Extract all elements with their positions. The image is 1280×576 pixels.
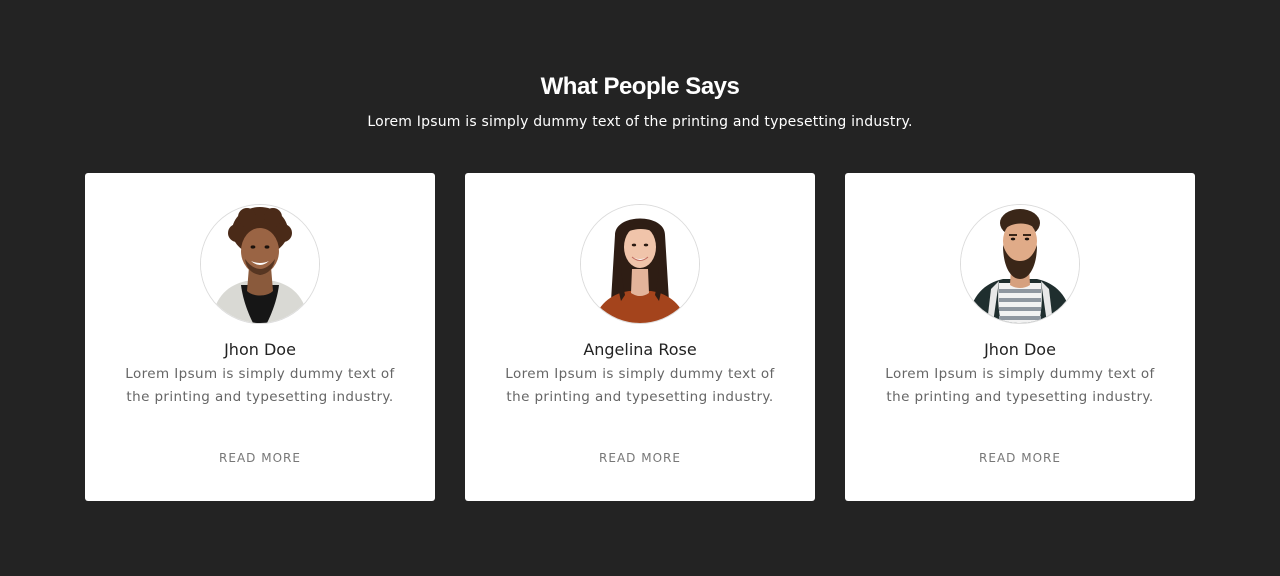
testimonial-text: Lorem Ipsum is simply dummy text of the …	[505, 366, 775, 405]
testimonial-name: Jhon Doe	[224, 340, 296, 359]
read-more-link[interactable]: READ MORE	[845, 450, 1195, 466]
avatar	[960, 204, 1080, 324]
section-title: What People Says	[540, 73, 740, 100]
testimonial-text: Lorem Ipsum is simply dummy text of the …	[885, 366, 1155, 405]
person-long-hair-avatar-icon	[581, 205, 699, 323]
avatar	[200, 204, 320, 324]
testimonial-text: Lorem Ipsum is simply dummy text of the …	[125, 366, 395, 405]
avatar	[580, 204, 700, 324]
person-curly-hair-avatar-icon	[201, 205, 319, 323]
testimonial-name: Angelina Rose	[583, 340, 697, 359]
testimonial-card: Jhon Doe Lorem Ipsum is simply dummy tex…	[845, 173, 1195, 501]
read-more-link[interactable]: READ MORE	[465, 450, 815, 466]
read-more-link[interactable]: READ MORE	[85, 450, 435, 466]
testimonial-name: Jhon Doe	[984, 340, 1056, 359]
testimonial-card: Jhon Doe Lorem Ipsum is simply dummy tex…	[85, 173, 435, 501]
section-subtitle: Lorem Ipsum is simply dummy text of the …	[367, 114, 913, 130]
testimonial-card: Angelina Rose Lorem Ipsum is simply dumm…	[465, 173, 815, 501]
person-bearded-avatar-icon	[961, 205, 1079, 323]
